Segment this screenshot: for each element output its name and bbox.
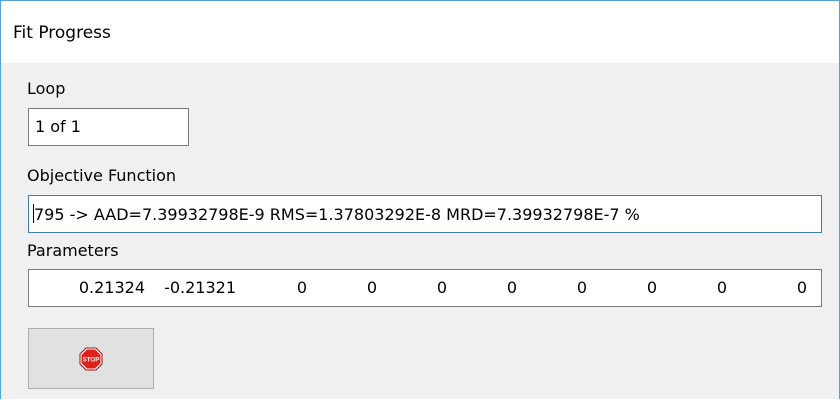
- parameter-value: 0: [506, 278, 517, 297]
- loop-label: Loop: [27, 79, 66, 98]
- loop-field[interactable]: 1 of 1: [28, 108, 189, 146]
- title-bar: Fit Progress: [1, 1, 839, 63]
- parameter-value: 0: [716, 278, 727, 297]
- parameter-value: 0: [436, 278, 447, 297]
- parameter-value: 0: [366, 278, 377, 297]
- parameter-value: -0.21321: [164, 278, 236, 297]
- stop-sign-icon: STOP: [79, 347, 103, 370]
- parameter-value: 0.21324: [78, 278, 145, 297]
- parameters-label: Parameters: [27, 241, 119, 260]
- parameter-value: 0: [646, 278, 657, 297]
- parameter-value: 0: [296, 278, 307, 297]
- objective-function-field[interactable]: 795 -> AAD=7.39932798E-9 RMS=1.37803292E…: [28, 195, 822, 233]
- objective-function-label: Objective Function: [27, 166, 177, 185]
- stop-button[interactable]: STOP: [28, 328, 154, 389]
- loop-value: 1 of 1: [35, 117, 81, 136]
- parameter-value: 0: [796, 278, 807, 297]
- stop-icon-text: STOP: [83, 356, 100, 363]
- parameters-field[interactable]: 0.21324 -0.21321 0 0 0 0 0 0 0 0: [28, 269, 822, 307]
- parameter-value: 0: [576, 278, 587, 297]
- fit-progress-window: Fit Progress Loop 1 of 1 Objective Funct…: [0, 0, 840, 399]
- objective-function-value: 795 -> AAD=7.39932798E-9 RMS=1.37803292E…: [34, 205, 640, 224]
- window-title: Fit Progress: [13, 23, 111, 43]
